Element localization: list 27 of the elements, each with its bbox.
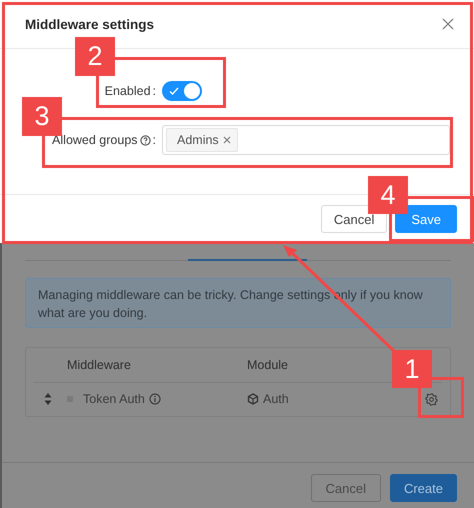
cancel-button[interactable]: Cancel [310, 474, 381, 502]
column-header: Module [246, 358, 289, 372]
close-icon[interactable] [442, 18, 454, 30]
create-button[interactable]: Create [390, 474, 457, 502]
step-number: 2 [75, 37, 115, 76]
settings-icon[interactable] [424, 392, 438, 406]
step-number: 3 [22, 97, 62, 136]
field-label: Enabled : [104, 84, 156, 98]
save-button[interactable]: Save [395, 205, 457, 233]
label-colon: : [152, 84, 156, 98]
cancel-button[interactable]: Cancel [320, 205, 388, 233]
column-header: Middleware [66, 358, 132, 372]
info-icon [148, 393, 161, 406]
tags-field[interactable]: Admins [162, 125, 450, 155]
table-cell: Auth [263, 392, 289, 406]
sort-icon[interactable] [44, 392, 52, 406]
field-label: Allowed groups : [52, 133, 156, 147]
check-icon [168, 85, 180, 97]
cube-icon [247, 393, 259, 406]
toggle-switch[interactable] [162, 81, 202, 101]
remove-icon[interactable] [222, 136, 231, 144]
step-number: 4 [368, 176, 408, 214]
table-cell: Token Auth [83, 392, 145, 406]
step-number: 1 [392, 350, 432, 388]
dialog-title: Middleware settings [25, 16, 154, 32]
label-colon: : [152, 133, 156, 147]
tag: Admins [166, 128, 238, 152]
